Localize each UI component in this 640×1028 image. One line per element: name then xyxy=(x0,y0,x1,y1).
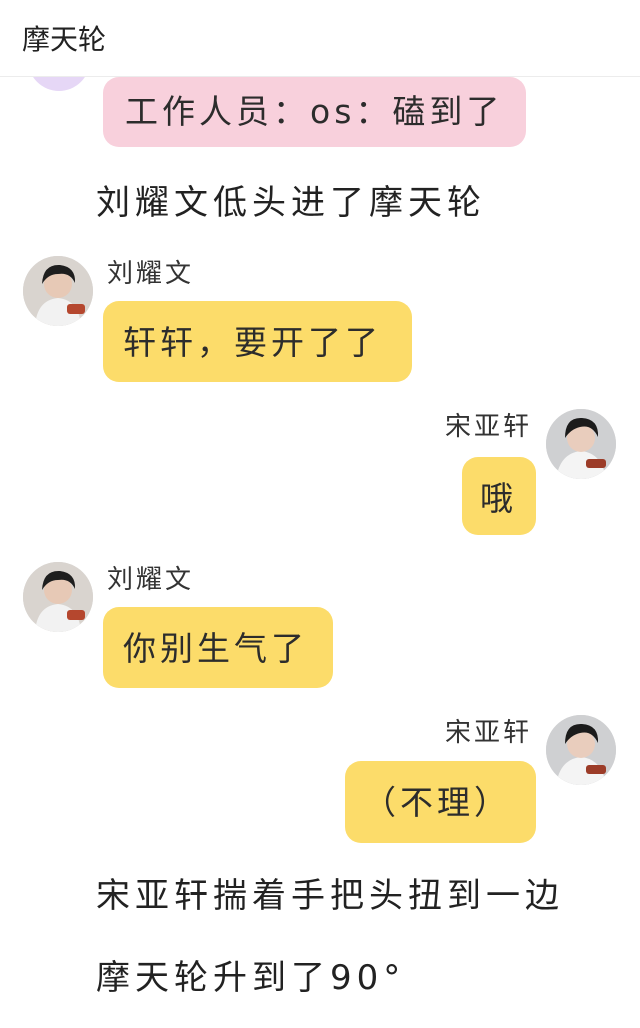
sender-name: 宋亚轩 xyxy=(445,412,533,442)
chat-content[interactable]: 工作人员：os：磕到了 刘耀文低头进了摩天轮 刘耀文 轩轩，要开了了 宋亚轩 哦 xyxy=(0,77,640,1028)
message-text: （不理） xyxy=(363,783,511,822)
staff-bubble: 工作人员：os：磕到了 xyxy=(103,77,526,147)
narration-1: 刘耀文低头进了摩天轮 xyxy=(96,183,486,223)
sender-name: 刘耀文 xyxy=(107,565,195,595)
avatar-song-yaxuan-icon[interactable] xyxy=(546,715,616,785)
sender-name: 宋亚轩 xyxy=(445,718,533,748)
message-bubble: 你别生气了 xyxy=(103,607,333,688)
message-text: 哦 xyxy=(480,479,517,518)
avatar-partial-icon[interactable] xyxy=(28,77,90,91)
message-text: 你别生气了 xyxy=(123,629,308,668)
narration-2: 宋亚轩揣着手把头扭到一边 xyxy=(96,876,564,916)
avatar-liu-yaowen-icon[interactable] xyxy=(23,562,93,632)
narration-3: 摩天轮升到了90° xyxy=(96,958,406,998)
app-header: 摩天轮 xyxy=(0,0,640,77)
avatar-song-yaxuan-icon[interactable] xyxy=(546,409,616,479)
message-bubble: （不理） xyxy=(345,761,536,843)
message-text: 轩轩，要开了了 xyxy=(123,323,382,362)
staff-bubble-text: 工作人员：os：磕到了 xyxy=(125,92,504,131)
avatar-liu-yaowen-icon[interactable] xyxy=(23,256,93,326)
page-title: 摩天轮 xyxy=(22,23,107,56)
message-bubble: 轩轩，要开了了 xyxy=(103,301,412,382)
message-bubble: 哦 xyxy=(462,457,536,535)
sender-name: 刘耀文 xyxy=(107,259,195,289)
